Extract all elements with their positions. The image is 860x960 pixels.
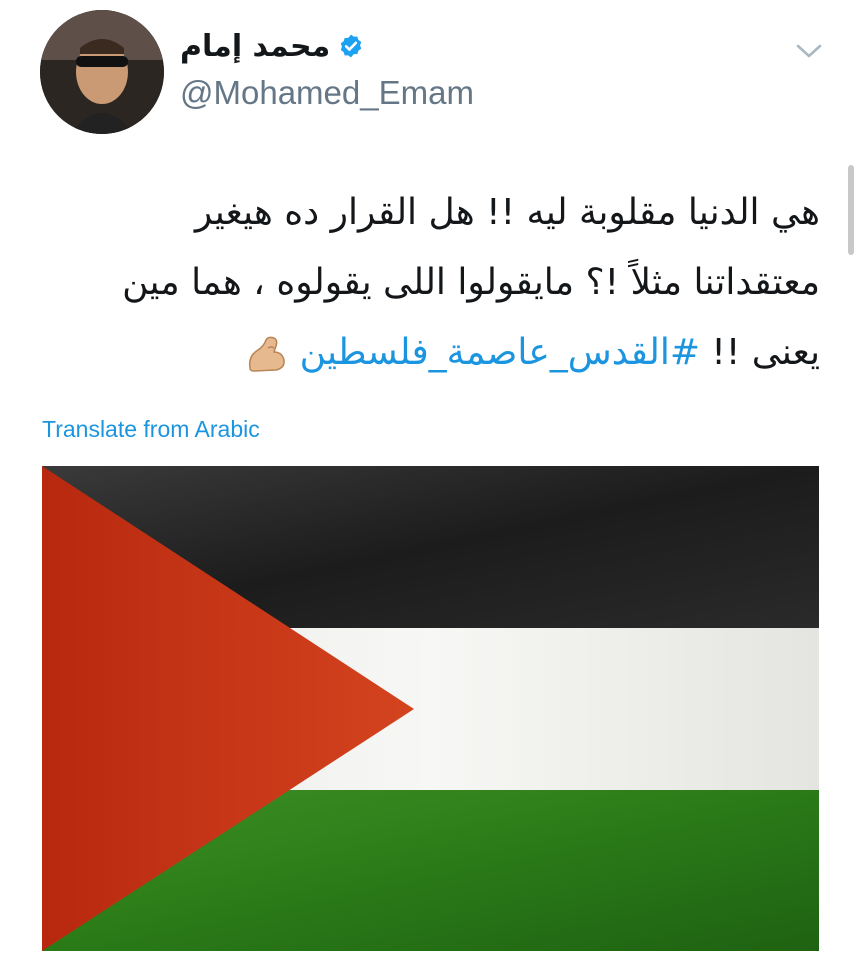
tweet-text: هي الدنيا مقلوبة ليه !! هل القرار ده هيغ… [30,178,820,388]
tweet-text-line-last: يعنى !! #القدس_عاصمة_فلسطين [30,318,820,388]
tweet-text-line: معتقداتنا مثلاً !؟ مايقولوا اللى يقولوه … [122,262,820,303]
author-block: محمد إمام @Mohamed_Emam [180,26,474,112]
name-row: محمد إمام [180,26,474,66]
translate-link[interactable]: Translate from Arabic [42,416,260,443]
hashtag-link[interactable]: #القدس_عاصمة_فلسطين [300,332,700,373]
tweet-card: محمد إمام @Mohamed_Emam هي الدنيا مقلوبة… [0,0,860,960]
author-display-name[interactable]: محمد إمام [180,29,330,64]
author-handle[interactable]: @Mohamed_Emam [180,74,474,112]
verified-badge-icon [341,34,362,58]
tweet-media-image[interactable] [42,466,819,951]
scrollbar[interactable] [848,165,854,255]
chevron-down-icon[interactable] [794,40,824,62]
tweet-text-line: هي الدنيا مقلوبة ليه !! هل القرار ده هيغ… [194,192,820,233]
palestinian-flag-image [42,466,819,951]
flexed-biceps-icon [249,336,286,372]
tweet-text-line: يعنى !! [699,332,820,373]
avatar-photo-icon [40,10,164,134]
avatar[interactable] [40,10,164,134]
